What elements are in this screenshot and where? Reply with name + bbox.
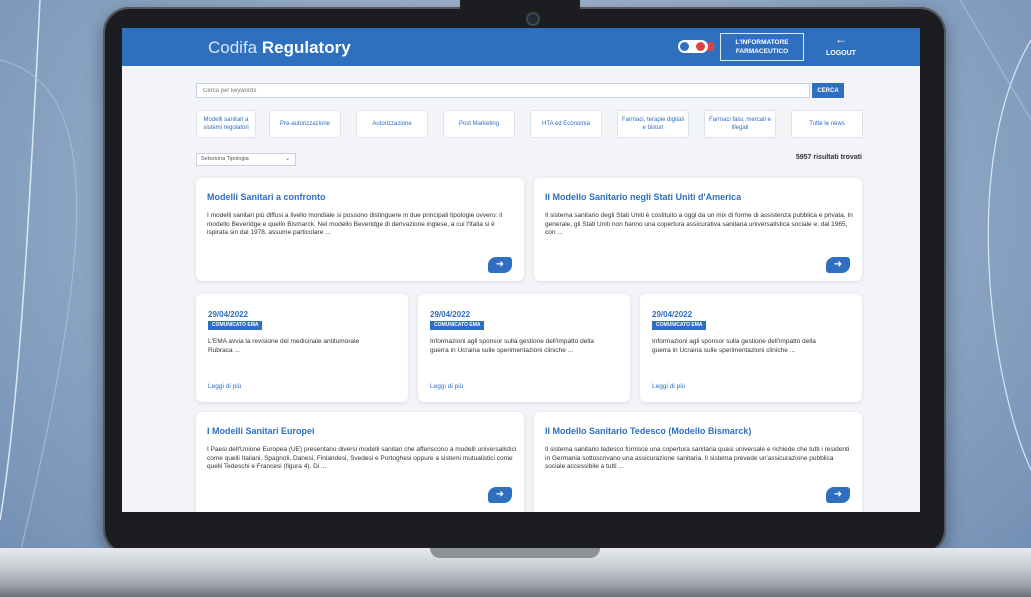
chevron-down-icon: ⌄ xyxy=(284,156,290,162)
news-badge: COMUNICATO EMA xyxy=(430,321,485,330)
filter-farmaci-falsi[interactable]: Farmaci falsi, mercati e illegali xyxy=(704,110,776,138)
informatore-farmaceutico-link[interactable]: L'INFORMATORE FARMACEUTICO xyxy=(720,33,804,61)
filter-pre-autorizzazione[interactable]: Pre-autorizzazione xyxy=(269,110,341,138)
article-excerpt: Il sistema sanitario degli Stati Uniti è… xyxy=(545,212,853,236)
news-excerpt: L'EMA avvia la revisione del medicinale … xyxy=(208,338,360,354)
article-excerpt: I modelli sanitari più diffusi a livello… xyxy=(207,212,503,236)
app-screen: Codifa Regulatory L'INFORMATORE FARMACEU… xyxy=(122,28,920,512)
article-title[interactable]: Modelli Sanitari a confronto xyxy=(207,192,326,202)
article-card[interactable]: I Modelli Sanitari Europei I Paesi dell'… xyxy=(196,412,524,512)
filter-post-marketing[interactable]: Post Marketing xyxy=(443,110,515,138)
arrow-right-icon[interactable]: ➜ xyxy=(488,487,512,503)
toggle-indicator xyxy=(696,42,705,51)
arrow-right-icon[interactable]: ➜ xyxy=(826,487,850,503)
search-button[interactable]: CERCA xyxy=(812,83,844,98)
arrow-right-icon[interactable]: ➜ xyxy=(826,257,850,273)
article-card[interactable]: Modelli Sanitari a confronto I modelli s… xyxy=(196,178,524,281)
article-card[interactable]: Il Modello Sanitario Tedesco (Modello Bi… xyxy=(534,412,862,512)
tipologia-select[interactable]: Seleziona Tipologia ⌄ xyxy=(196,153,296,166)
article-title[interactable]: Il Modello Sanitario negli Stati Uniti d… xyxy=(545,192,741,202)
arrow-right-icon[interactable]: ➜ xyxy=(488,257,512,273)
read-more-link[interactable]: Leggi di più xyxy=(430,383,463,390)
news-card[interactable]: 29/04/2022 COMUNICATO EMA Informazioni a… xyxy=(640,294,862,402)
webcam xyxy=(526,12,540,26)
article-title[interactable]: I Modelli Sanitari Europei xyxy=(207,426,315,436)
info-line-1: L'INFORMATORE xyxy=(735,39,789,46)
news-excerpt: Informazioni agli sponsor sulla gestione… xyxy=(652,338,816,354)
news-excerpt: Informazioni agli sponsor sulla gestione… xyxy=(430,338,594,354)
tipologia-select-value: Seleziona Tipologia xyxy=(201,156,249,162)
brand-logo[interactable]: Codifa Regulatory xyxy=(208,38,351,58)
logout-label: LOGOUT xyxy=(826,50,856,57)
news-card[interactable]: 29/04/2022 COMUNICATO EMA L'EMA avvia la… xyxy=(196,294,408,402)
news-badge: COMUNICATO EMA xyxy=(208,321,263,330)
filter-autorizzazione[interactable]: Autorizzazione xyxy=(356,110,428,138)
article-card[interactable]: Il Modello Sanitario negli Stati Uniti d… xyxy=(534,178,862,281)
laptop-notch xyxy=(460,0,580,26)
brand-name-bold: Regulatory xyxy=(261,38,351,57)
results-count: 5957 risultati trovati xyxy=(795,154,862,161)
news-date: 29/04/2022 xyxy=(208,310,249,319)
read-more-link[interactable]: Leggi di più xyxy=(652,383,685,390)
news-date: 29/04/2022 xyxy=(430,310,471,319)
news-badge: COMUNICATO EMA xyxy=(652,321,707,330)
news-card[interactable]: 29/04/2022 COMUNICATO EMA Informazioni a… xyxy=(418,294,630,402)
language-toggle[interactable] xyxy=(678,40,708,53)
logout-button[interactable]: ← LOGOUT xyxy=(816,32,866,58)
article-title[interactable]: Il Modello Sanitario Tedesco (Modello Bi… xyxy=(545,426,751,436)
flag-icon xyxy=(708,42,714,51)
filter-farmaci-terapie[interactable]: Farmaci, terapie digitali e bisturi xyxy=(617,110,689,138)
brand-name-light: Codifa xyxy=(208,38,258,57)
article-excerpt: Il sistema sanitario tedesco fornisce un… xyxy=(545,446,850,470)
filter-hta-economia[interactable]: HTA ed Economia xyxy=(530,110,602,138)
app-header: Codifa Regulatory L'INFORMATORE FARMACEU… xyxy=(122,28,920,66)
filter-modelli-sanitari[interactable]: Modelli sanitari a sistemi regolatori xyxy=(196,110,256,138)
news-date: 29/04/2022 xyxy=(652,310,693,319)
read-more-link[interactable]: Leggi di più xyxy=(208,383,241,390)
article-excerpt: I Paesi dell'Unione Europea (UE) present… xyxy=(207,446,517,470)
filter-tutte-le-news[interactable]: Tutte le news xyxy=(791,110,863,138)
info-line-2: FARMACEUTICO xyxy=(735,48,789,55)
laptop-base-lip xyxy=(430,548,600,558)
toggle-knob xyxy=(680,42,689,51)
arrow-left-icon: ← xyxy=(835,32,847,46)
search-input[interactable] xyxy=(196,83,810,98)
